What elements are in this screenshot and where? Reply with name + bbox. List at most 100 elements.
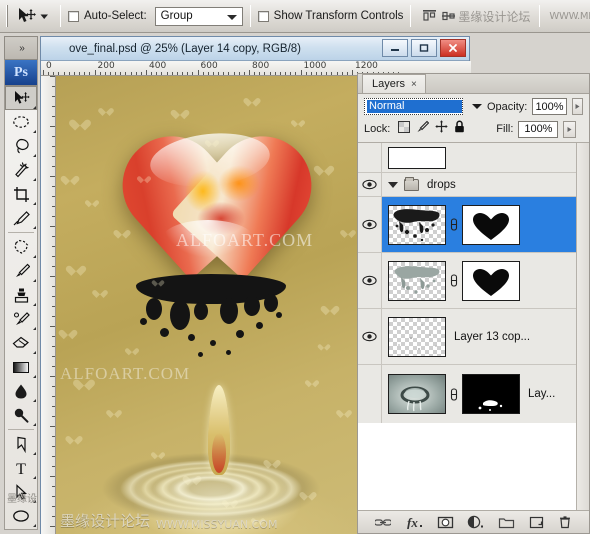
- maximize-button[interactable]: [411, 39, 437, 57]
- align-top-edges-icon[interactable]: [422, 9, 437, 23]
- chevron-down-icon: [226, 14, 237, 20]
- lock-image-icon[interactable]: [416, 120, 430, 138]
- tool-elliptical-marquee[interactable]: [5, 110, 37, 134]
- options-bar-grip[interactable]: [6, 5, 8, 27]
- layer-thumbnail-black-drips[interactable]: [388, 204, 446, 245]
- layer-list[interactable]: drops Layer 13 cop... Lay...: [358, 142, 589, 510]
- add-layer-mask-icon[interactable]: [437, 516, 454, 529]
- minimize-button[interactable]: [382, 39, 408, 57]
- ruler-label: 800: [252, 61, 270, 71]
- visibility-toggle-drops[interactable]: [358, 173, 382, 196]
- link-mask-icon[interactable]: [450, 218, 458, 232]
- layer-thumbnail-droplets[interactable]: [388, 316, 446, 357]
- layer-name-layer-13-copy[interactable]: Layer 13 cop...: [454, 331, 530, 343]
- tool-clone-stamp[interactable]: [5, 283, 37, 307]
- opacity-stepper[interactable]: [571, 98, 583, 115]
- tool-history-brush[interactable]: [5, 307, 37, 331]
- tool-pen[interactable]: [5, 432, 37, 456]
- link-mask-icon[interactable]: [450, 387, 458, 401]
- blend-mode-dropdown[interactable]: Normal: [364, 98, 463, 115]
- ink-drip: [146, 298, 162, 320]
- layers-scrollbar[interactable]: [576, 143, 589, 510]
- layer-row-layer-13-copy[interactable]: Layer 13 cop...: [358, 309, 589, 365]
- auto-select-checkbox[interactable]: [68, 10, 79, 22]
- layer-row-layer-14[interactable]: [358, 253, 589, 309]
- bokeh-heart: [88, 197, 97, 205]
- svg-text:fx: fx: [407, 515, 418, 529]
- layer-thumbnail[interactable]: [388, 146, 446, 169]
- bokeh-heart: [117, 226, 128, 236]
- visibility-toggle-layer-14[interactable]: [358, 253, 382, 308]
- new-group-icon[interactable]: [498, 516, 515, 529]
- group-name-drops[interactable]: drops: [427, 179, 456, 191]
- photoshop-window: Auto-Select: Group Show Transform Contro…: [0, 0, 590, 534]
- tool-patch[interactable]: [5, 235, 37, 259]
- layer-row-partial[interactable]: [358, 143, 589, 173]
- layer-thumbnails: [382, 146, 446, 169]
- layer-thumbnail-water-splash[interactable]: [388, 374, 446, 414]
- tool-ellipse-shape[interactable]: [5, 504, 37, 528]
- auto-select-dropdown[interactable]: Group: [154, 6, 243, 26]
- delete-layer-icon[interactable]: [558, 515, 572, 529]
- group-expand-arrow-icon[interactable]: [388, 181, 398, 188]
- tab-layers[interactable]: Layers ×: [362, 74, 426, 93]
- close-icon[interactable]: ×: [411, 79, 417, 90]
- ruler-label: 0: [46, 61, 52, 71]
- fill-label: Fill:: [496, 123, 514, 135]
- layer-name-layer-bottom[interactable]: Lay...: [528, 388, 555, 400]
- bokeh-heart: [294, 117, 303, 125]
- tool-brush[interactable]: [5, 259, 37, 283]
- visibility-toggle-layer-14-copy[interactable]: [358, 197, 382, 252]
- tool-magic-wand[interactable]: [5, 158, 37, 182]
- vertical-ruler[interactable]: [41, 76, 56, 534]
- opacity-input[interactable]: 100%: [532, 98, 567, 115]
- lock-all-icon[interactable]: [454, 120, 465, 138]
- fill-stepper[interactable]: [563, 120, 577, 138]
- align-vertical-centers-icon[interactable]: [441, 9, 456, 23]
- layer-row-group-drops[interactable]: drops: [358, 173, 589, 197]
- tool-crop[interactable]: [5, 182, 37, 206]
- tool-dodge[interactable]: [5, 403, 37, 427]
- layer-thumbnail-gray-drips[interactable]: [388, 260, 446, 301]
- visibility-toggle-layer-13-copy[interactable]: [358, 309, 382, 364]
- new-layer-icon[interactable]: [529, 516, 544, 529]
- link-layers-icon[interactable]: [374, 516, 391, 528]
- lock-transparency-icon[interactable]: [398, 120, 411, 138]
- chevron-down-icon[interactable]: [472, 104, 482, 109]
- new-adjustment-layer-icon[interactable]: [467, 515, 484, 529]
- tool-eraser[interactable]: [5, 331, 37, 355]
- link-mask-icon[interactable]: [450, 274, 458, 288]
- move-tool-button[interactable]: [13, 5, 53, 27]
- layer-mask-thumbnail-splash[interactable]: [462, 374, 520, 414]
- eye-icon: [362, 275, 377, 286]
- layer-mask-thumbnail-heart[interactable]: [462, 260, 520, 301]
- tool-notes[interactable]: [5, 528, 37, 534]
- align-buttons-group: [422, 9, 456, 23]
- layer-mask-thumbnail-heart[interactable]: [462, 204, 520, 245]
- tool-gradient[interactable]: [5, 355, 37, 379]
- lock-position-icon[interactable]: [435, 120, 448, 138]
- tool-blur[interactable]: [5, 379, 37, 403]
- layer-row-layer-bottom[interactable]: Lay...: [358, 365, 589, 423]
- tool-lasso[interactable]: [5, 134, 37, 158]
- show-transform-checkbox[interactable]: [257, 10, 269, 22]
- layer-style-fx-icon[interactable]: fx: [405, 515, 423, 529]
- close-button[interactable]: [440, 39, 466, 57]
- opacity-label: Opacity:: [487, 100, 528, 113]
- layer-thumbnails: [382, 316, 446, 357]
- move-tool-dropdown-arrow[interactable]: [40, 13, 49, 20]
- tool-move[interactable]: [5, 86, 37, 110]
- fill-input[interactable]: 100%: [518, 120, 559, 138]
- lock-fill-row: Lock: Fill: 100%: [358, 119, 589, 142]
- ruler-label: 400: [149, 61, 167, 71]
- tool-type[interactable]: T: [5, 456, 37, 480]
- document-title: ove_final.psd @ 25% (Layer 14 copy, RGB/…: [69, 42, 301, 55]
- visibility-toggle[interactable]: [358, 143, 382, 172]
- toolbox-collapse-tab[interactable]: »: [4, 36, 38, 60]
- document-title-bar[interactable]: ove_final.psd @ 25% (Layer 14 copy, RGB/…: [41, 37, 469, 61]
- visibility-toggle-layer-bottom[interactable]: [358, 365, 382, 423]
- ink-drip: [226, 350, 231, 355]
- tool-healing-brush[interactable]: [5, 206, 37, 230]
- layer-row-layer-14-copy[interactable]: [358, 197, 589, 253]
- tool-flyout-arrow: [33, 223, 36, 229]
